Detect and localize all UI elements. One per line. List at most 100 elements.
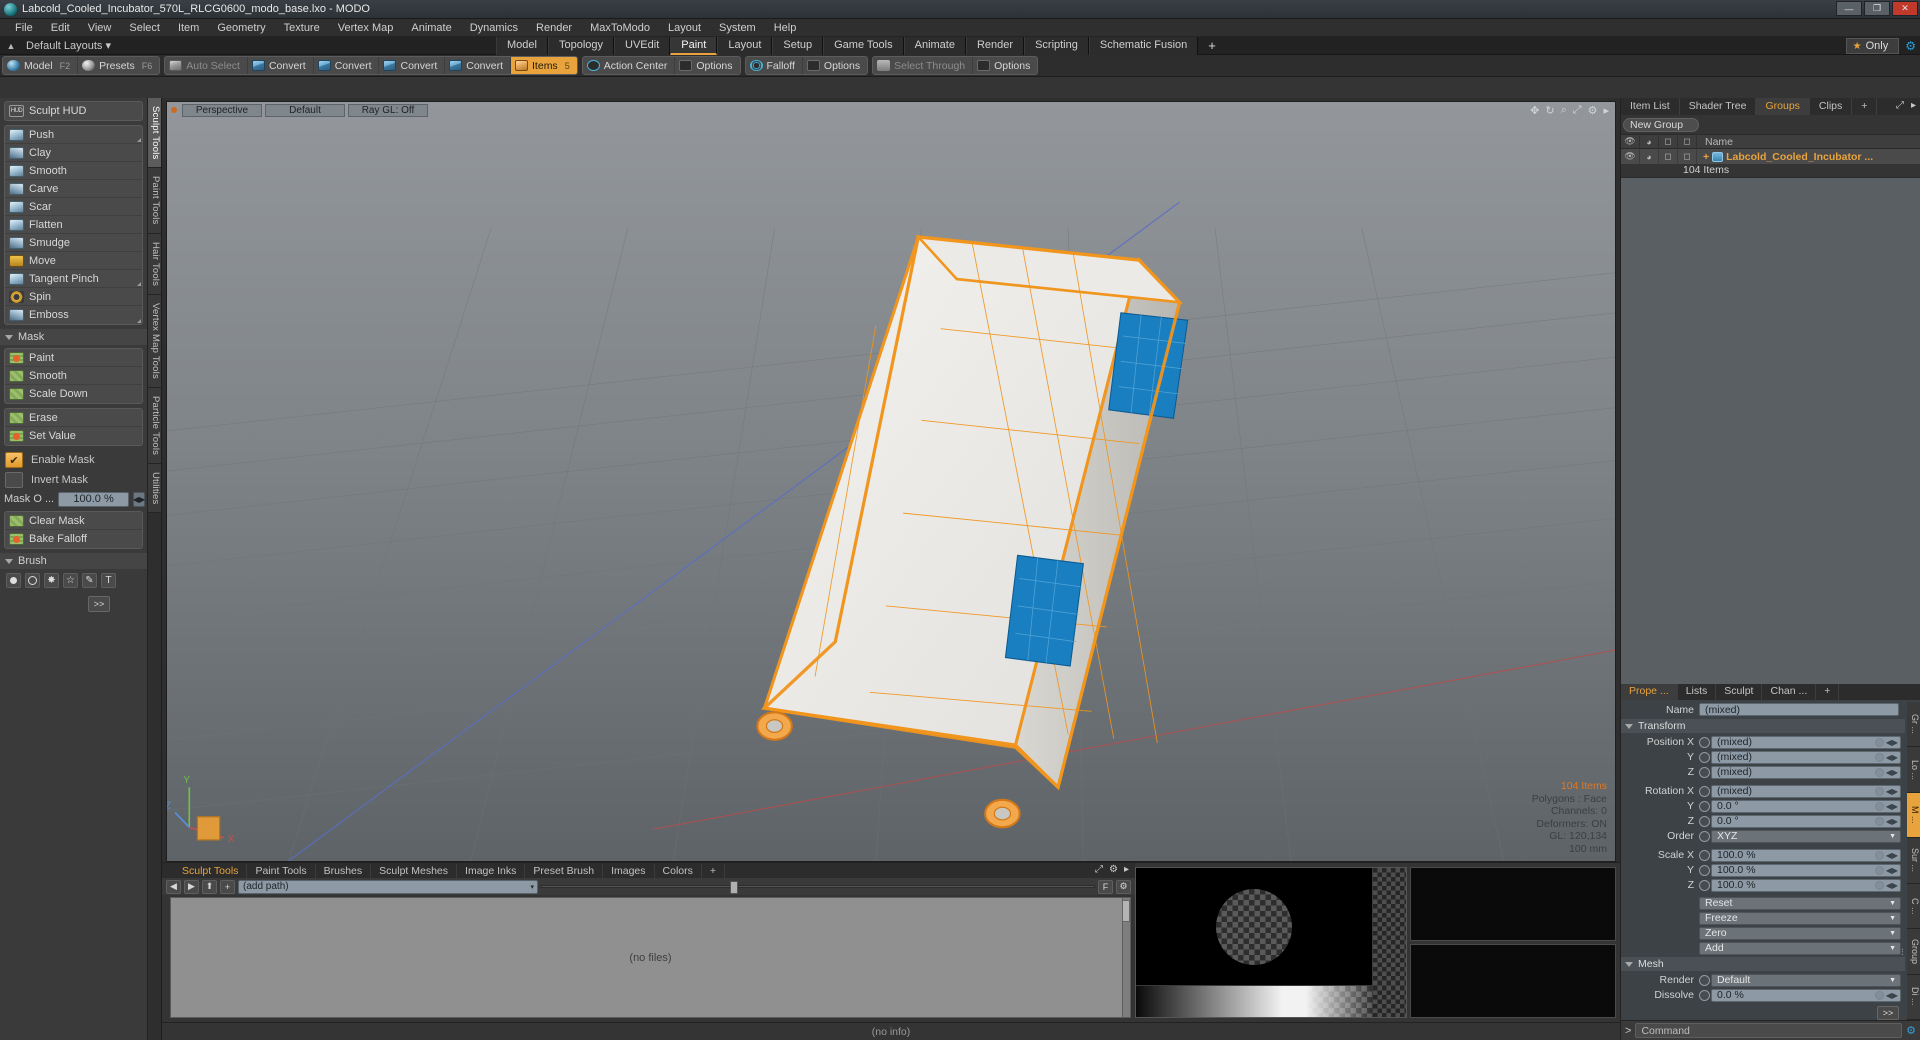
bottom-tab-sculpt-tools[interactable]: Sculpt Tools: [174, 863, 248, 878]
tool-scar[interactable]: Scar: [5, 198, 142, 216]
transform-section-header[interactable]: Transform: [1621, 719, 1905, 733]
mode-button-convert-material[interactable]: Convert: [445, 57, 512, 74]
nav-add-button[interactable]: +: [220, 879, 235, 894]
zero-dropdown[interactable]: Zero ▼: [1699, 926, 1901, 940]
bottom-tab-add[interactable]: +: [702, 863, 726, 878]
rvtab-surface[interactable]: Sur ...: [1907, 838, 1920, 884]
layout-tab-model[interactable]: Model: [496, 37, 548, 55]
mesh-section-header[interactable]: Mesh: [1621, 957, 1905, 971]
menu-file[interactable]: File: [6, 19, 42, 37]
channel-radio-icon[interactable]: [1699, 974, 1710, 986]
nav-up-button[interactable]: ⬆: [202, 879, 217, 894]
layout-tab-layout[interactable]: Layout: [717, 37, 773, 55]
position-z-input[interactable]: (mixed) ◀▶: [1711, 765, 1901, 779]
tool-emboss[interactable]: Emboss: [5, 306, 142, 324]
wire-icon[interactable]: ◻: [1659, 134, 1678, 149]
thumbnail-size-slider[interactable]: [541, 880, 1095, 894]
brush-more-button[interactable]: >>: [88, 596, 110, 612]
channel-radio-icon[interactable]: [1699, 766, 1710, 778]
animate-icon[interactable]: [1875, 737, 1884, 747]
animate-icon[interactable]: [1875, 990, 1884, 1000]
scrollbar-thumb[interactable]: [1122, 900, 1130, 922]
stepper-icon[interactable]: ◀▶: [1886, 753, 1898, 762]
add-layout-tab-button[interactable]: +: [1198, 37, 1226, 55]
vtab-utilities[interactable]: Utilities: [148, 464, 161, 514]
menu-item[interactable]: Item: [169, 19, 208, 37]
mesh-render-dropdown[interactable]: Default ▼: [1711, 973, 1901, 987]
tab-groups[interactable]: Groups: [1756, 98, 1810, 115]
stepper-icon[interactable]: ◀▶: [1886, 787, 1898, 796]
rotation-y-input[interactable]: 0.0 ° ◀▶: [1711, 799, 1901, 813]
row-shade-icon[interactable]: ◻: [1678, 149, 1697, 164]
vtab-sculpt-tools[interactable]: Sculpt Tools: [148, 98, 161, 169]
rotation-x-input[interactable]: (mixed) ◀▶: [1711, 784, 1901, 798]
chevron-right-icon[interactable]: ▸: [1911, 100, 1916, 111]
layout-tab-schematic-fusion[interactable]: Schematic Fusion: [1088, 37, 1199, 55]
reset-dropdown[interactable]: Reset ▼: [1699, 896, 1901, 910]
scale-x-input[interactable]: 100.0 % ◀▶: [1711, 848, 1901, 862]
bottom-tab-preset-brush[interactable]: Preset Brush: [525, 863, 604, 878]
vtab-vertex-map-tools[interactable]: Vertex Map Tools: [148, 295, 161, 388]
animate-icon[interactable]: [1875, 880, 1884, 890]
animate-icon[interactable]: [1875, 786, 1884, 796]
row-eye-icon[interactable]: 👁: [1621, 149, 1640, 164]
tab-item-list[interactable]: Item List: [1621, 98, 1680, 115]
animate-icon[interactable]: [1875, 850, 1884, 860]
menu-dynamics[interactable]: Dynamics: [461, 19, 527, 37]
mode-button-convert-polygon[interactable]: Convert: [379, 57, 446, 74]
brush-ring-icon[interactable]: [25, 573, 40, 588]
preset-options-gear-icon[interactable]: ⚙: [1116, 879, 1131, 894]
brush-text-icon[interactable]: T: [101, 573, 116, 588]
stepper-icon[interactable]: ◀▶: [1886, 817, 1898, 826]
stepper-icon[interactable]: ◀▶: [1886, 881, 1898, 890]
bottom-tab-brushes[interactable]: Brushes: [316, 863, 372, 878]
mode-button-items[interactable]: Items 5: [511, 57, 577, 74]
animate-icon[interactable]: [1875, 816, 1884, 826]
mode-button-model[interactable]: Model F2: [3, 57, 79, 74]
row-render-icon[interactable]: ◕: [1640, 149, 1659, 164]
rvtab-group[interactable]: Group ...: [1900, 929, 1920, 975]
file-browser-scrollbar[interactable]: [1122, 898, 1130, 1017]
preset-path-input[interactable]: (add path) ▾: [238, 879, 538, 894]
mode-button-action-center[interactable]: Action Center: [583, 57, 676, 74]
menu-select[interactable]: Select: [120, 19, 169, 37]
mode-button-select-through-options[interactable]: Options: [973, 57, 1037, 74]
stepper-icon[interactable]: ◀▶: [1886, 991, 1898, 1000]
eye-icon[interactable]: 👁: [1621, 134, 1640, 149]
menu-render[interactable]: Render: [527, 19, 581, 37]
expand-icon[interactable]: ⤢: [1896, 100, 1904, 111]
mesh-dissolve-input[interactable]: 0.0 % ◀▶: [1711, 988, 1901, 1002]
expand-toggle[interactable]: +: [1703, 151, 1709, 163]
expand-icon[interactable]: ⤢: [1095, 864, 1103, 875]
preview-panel-lower[interactable]: [1410, 944, 1616, 1018]
nav-back-button[interactable]: ◀: [166, 879, 181, 894]
close-button[interactable]: ✕: [1892, 1, 1918, 16]
prop-tab-channels[interactable]: Chan ...: [1762, 684, 1817, 700]
tool-push[interactable]: Push: [5, 126, 142, 144]
mask-tool-erase[interactable]: Erase: [5, 409, 142, 427]
invert-mask-checkbox[interactable]: [5, 472, 23, 488]
bottom-tab-colors[interactable]: Colors: [655, 863, 702, 878]
animate-icon[interactable]: [1875, 767, 1884, 777]
brush-section-header[interactable]: Brush: [0, 553, 147, 569]
brush-gradient-swatch[interactable]: [1372, 986, 1406, 1017]
scale-y-input[interactable]: 100.0 % ◀▶: [1711, 863, 1901, 877]
brush-spray-icon[interactable]: ✸: [44, 573, 59, 588]
brush-pen-icon[interactable]: ✎: [82, 573, 97, 588]
brush-preview-panel[interactable]: [1135, 867, 1407, 1018]
menu-texture[interactable]: Texture: [275, 19, 329, 37]
3d-viewport[interactable]: Y X Z Perspective Default Ray GL: Off ✥: [166, 101, 1616, 862]
group-list-body[interactable]: [1621, 177, 1920, 684]
layout-tab-uvedit[interactable]: UVEdit: [614, 37, 671, 55]
command-gear-icon[interactable]: ⚙: [1906, 1024, 1916, 1037]
mode-button-select-through[interactable]: Select Through: [873, 57, 974, 74]
fit-icon[interactable]: ⤢: [1573, 104, 1582, 117]
rotation-z-input[interactable]: 0.0 ° ◀▶: [1711, 814, 1901, 828]
position-y-input[interactable]: (mixed) ◀▶: [1711, 750, 1901, 764]
channel-radio-icon[interactable]: [1699, 864, 1710, 876]
layout-tab-paint[interactable]: Paint: [670, 37, 718, 55]
brush-star-icon[interactable]: ☆: [63, 573, 78, 588]
tab-clips[interactable]: Clips: [1810, 98, 1853, 115]
mode-button-action-center-options[interactable]: Options: [675, 57, 739, 74]
mask-opacity-input[interactable]: 100.0 %: [58, 491, 129, 507]
